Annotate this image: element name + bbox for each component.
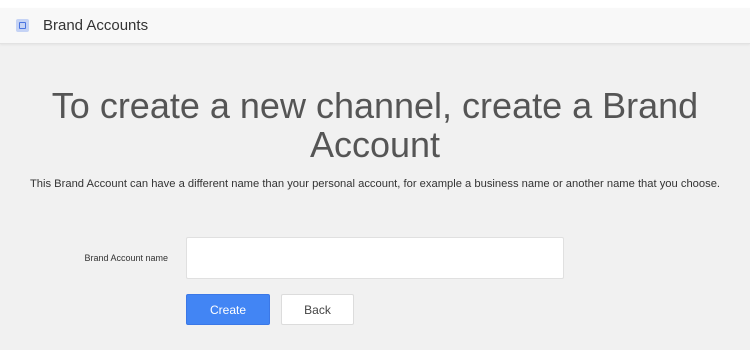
top-strip	[0, 0, 750, 8]
page-headline: To create a new channel, create a Brand …	[51, 85, 699, 165]
brand-accounts-icon	[16, 19, 29, 32]
brand-account-name-label: Brand Account name	[84, 253, 168, 263]
header-title: Brand Accounts	[43, 17, 149, 34]
create-button[interactable]: Create	[186, 294, 270, 325]
back-button[interactable]: Back	[281, 294, 354, 325]
header-bar: Brand Accounts	[0, 8, 750, 44]
page-description: This Brand Account can have a different …	[29, 178, 721, 190]
brand-account-name-input[interactable]	[186, 237, 564, 279]
